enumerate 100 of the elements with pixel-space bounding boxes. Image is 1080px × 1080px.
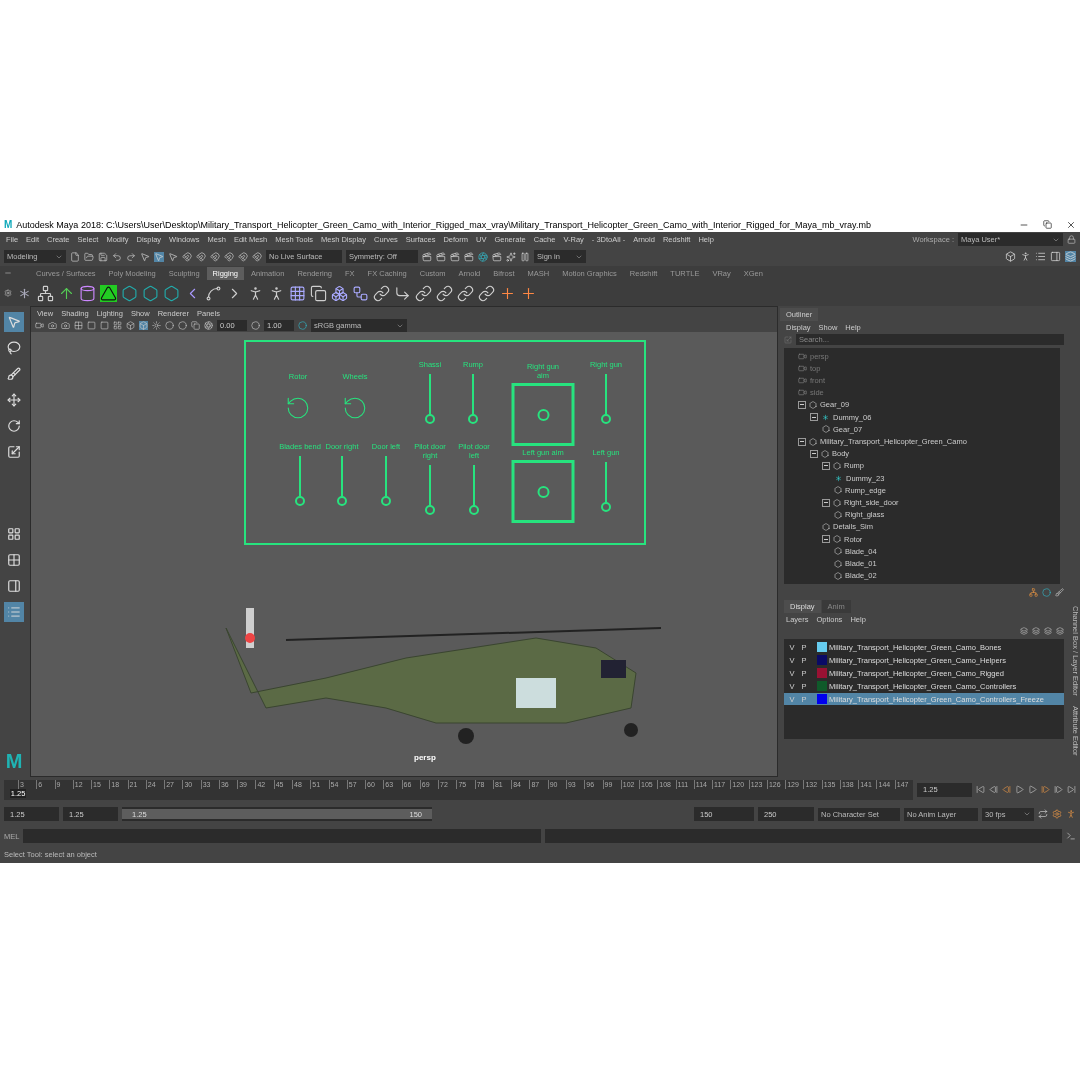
clapperboard-icon[interactable]: [492, 251, 502, 262]
redo-icon[interactable]: [126, 251, 136, 262]
step-back-icon[interactable]: [989, 785, 998, 794]
boxes-icon[interactable]: [331, 284, 348, 302]
expand-toggle[interactable]: [822, 461, 830, 470]
lock-icon[interactable]: [1067, 235, 1076, 244]
layout-icon[interactable]: [113, 321, 122, 330]
command-input[interactable]: [23, 829, 541, 843]
magnet-icon[interactable]: [182, 251, 192, 262]
square-icon[interactable]: [100, 321, 109, 330]
square-icon[interactable]: [87, 321, 96, 330]
link-icon[interactable]: [373, 284, 390, 302]
slider-control[interactable]: [294, 456, 306, 506]
layer-color-swatch[interactable]: [817, 655, 827, 665]
expand-toggle[interactable]: [810, 413, 818, 422]
layer-icon[interactable]: [1032, 627, 1040, 635]
clapperboard-icon[interactable]: [436, 251, 446, 262]
layer-color-swatch[interactable]: [817, 668, 827, 678]
key-back-icon[interactable]: [1002, 785, 1011, 794]
circle-icon[interactable]: [1042, 587, 1051, 597]
layer-icon[interactable]: [1056, 627, 1064, 635]
magnet-icon[interactable]: [224, 251, 234, 262]
pointer-icon[interactable]: [168, 251, 178, 262]
layer-color-swatch[interactable]: [817, 681, 827, 691]
caret-icon[interactable]: [1023, 810, 1031, 818]
expand-toggle[interactable]: [798, 437, 806, 446]
grid-icon[interactable]: [289, 284, 306, 302]
grid-icon[interactable]: [74, 321, 83, 330]
magnet-icon[interactable]: [210, 251, 220, 262]
folder-icon[interactable]: [84, 251, 94, 262]
layer-icon[interactable]: [1044, 627, 1052, 635]
restore-icon[interactable]: [1043, 219, 1052, 230]
hexagon-icon[interactable]: [142, 284, 159, 302]
aperture-icon[interactable]: [478, 251, 488, 262]
skip-back-icon[interactable]: [976, 785, 985, 794]
expand-toggle[interactable]: [810, 449, 818, 458]
clapperboard-icon[interactable]: [450, 251, 460, 262]
corner-arrow-icon[interactable]: [394, 284, 411, 302]
cylinder-icon[interactable]: [79, 284, 96, 302]
expand-toggle[interactable]: [798, 400, 806, 409]
copy-icon[interactable]: [310, 284, 327, 302]
pause-icon[interactable]: [520, 251, 530, 262]
slider-control[interactable]: [467, 374, 479, 424]
hexagon-icon[interactable]: [163, 284, 180, 302]
settings-icon[interactable]: [4, 289, 12, 297]
pointer-icon[interactable]: [154, 251, 164, 262]
spline-icon[interactable]: [205, 284, 222, 302]
slider-control[interactable]: [600, 374, 612, 424]
panel-icon[interactable]: [1050, 251, 1061, 262]
play-back-icon[interactable]: [1015, 785, 1024, 794]
camera-icon[interactable]: [35, 321, 44, 330]
link-icon[interactable]: [436, 284, 453, 302]
pencil-icon[interactable]: [1055, 587, 1064, 597]
slider-control[interactable]: [380, 456, 392, 506]
camera-icon[interactable]: [61, 321, 70, 330]
list-icon[interactable]: [1035, 251, 1046, 262]
sparkles-icon[interactable]: [506, 251, 516, 262]
file-icon[interactable]: [70, 251, 80, 262]
slider-control[interactable]: [424, 374, 436, 424]
clapperboard-icon[interactable]: [422, 251, 432, 262]
link-icon[interactable]: [415, 284, 432, 302]
slider-control[interactable]: [424, 465, 436, 515]
clapperboard-icon[interactable]: [464, 251, 474, 262]
undo-icon[interactable]: [112, 251, 122, 262]
link-icon[interactable]: [457, 284, 474, 302]
camera-icon[interactable]: [48, 321, 57, 330]
layers-icon[interactable]: [1065, 251, 1076, 262]
slider-control[interactable]: [468, 465, 480, 515]
close-icon[interactable]: [1066, 219, 1076, 230]
sun-icon[interactable]: [152, 321, 161, 330]
pointer-icon[interactable]: [140, 251, 150, 262]
cube-icon[interactable]: [1005, 251, 1016, 262]
aim-control[interactable]: [511, 460, 575, 523]
collapse-icon[interactable]: [4, 269, 12, 277]
cube-icon[interactable]: [126, 321, 135, 330]
rotate-arrow-icon[interactable]: [285, 395, 311, 421]
save-icon[interactable]: [98, 251, 108, 262]
link-icon[interactable]: [478, 284, 495, 302]
loop-icon[interactable]: [1038, 809, 1048, 819]
magnet-icon[interactable]: [196, 251, 206, 262]
step-forward-icon[interactable]: [1054, 785, 1063, 794]
slider-control[interactable]: [336, 456, 348, 506]
slider-control[interactable]: [600, 462, 612, 512]
workflow-icon[interactable]: [352, 284, 369, 302]
rotate-arrow-icon[interactable]: [342, 395, 368, 421]
magnet-icon[interactable]: [252, 251, 262, 262]
settings-icon[interactable]: [1052, 809, 1062, 819]
command-result-field[interactable]: [544, 829, 1062, 843]
layer-color-swatch[interactable]: [817, 642, 827, 652]
play-icon[interactable]: [1028, 785, 1037, 794]
skip-forward-icon[interactable]: [1067, 785, 1076, 794]
hexagon-icon[interactable]: [121, 284, 138, 302]
expand-toggle[interactable]: [822, 498, 830, 507]
layer-icon[interactable]: [1020, 627, 1028, 635]
network-icon[interactable]: [37, 284, 54, 302]
script-editor-icon[interactable]: [1066, 831, 1076, 841]
layer-color-swatch[interactable]: [817, 694, 827, 704]
expand-toggle[interactable]: [822, 535, 830, 544]
triangle-icon[interactable]: [100, 284, 117, 302]
select-tool-button[interactable]: [4, 312, 24, 332]
